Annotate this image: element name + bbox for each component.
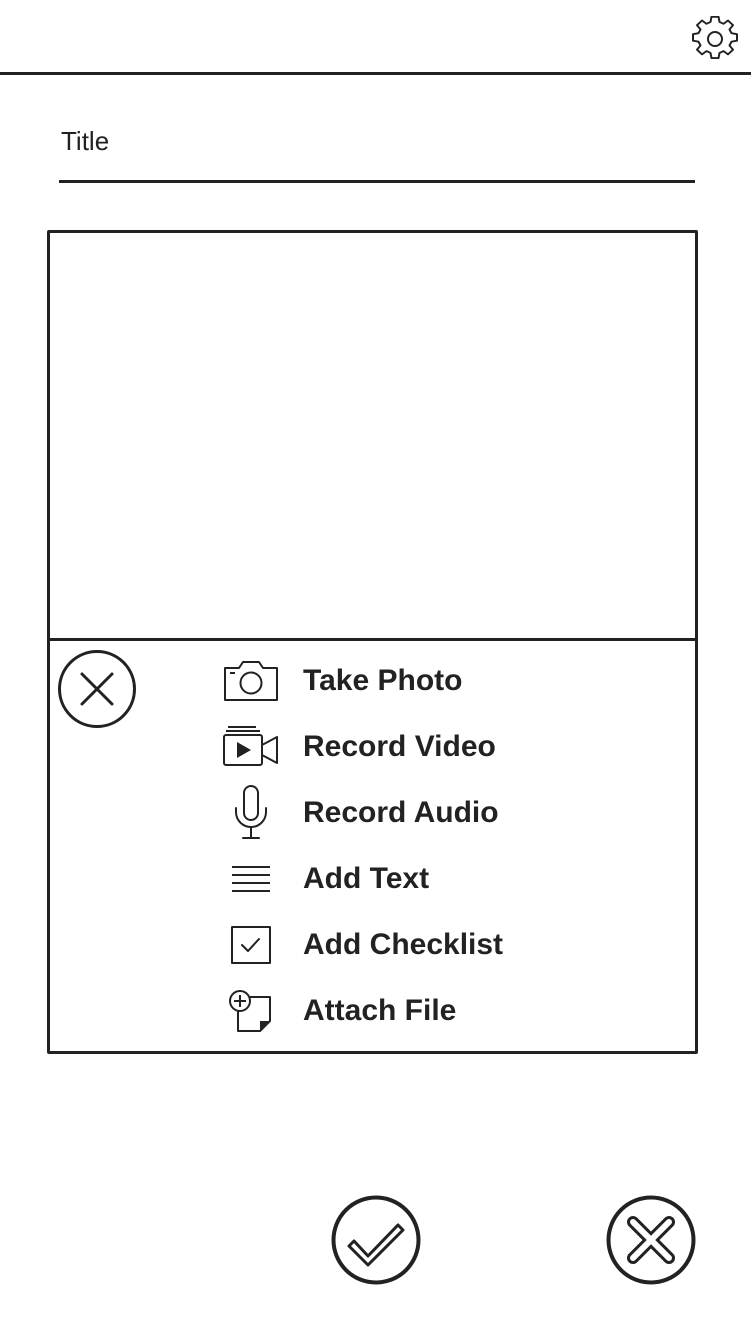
cancel-button[interactable]	[605, 1194, 697, 1286]
settings-button[interactable]	[692, 15, 738, 62]
add-text-option[interactable]: Add Text	[215, 850, 635, 908]
microphone-icon	[215, 784, 287, 842]
camera-icon	[215, 652, 287, 710]
video-camera-icon	[215, 718, 287, 776]
record-video-label: Record Video	[303, 730, 496, 763]
confirm-button[interactable]	[330, 1194, 422, 1286]
take-photo-option[interactable]: Take Photo	[215, 652, 635, 710]
title-input[interactable]	[59, 118, 695, 183]
close-icon	[58, 650, 136, 728]
attach-file-option[interactable]: Attach File	[215, 982, 635, 1040]
title-placeholder: Title	[61, 126, 110, 156]
add-text-label: Add Text	[303, 862, 430, 895]
add-checklist-option[interactable]: Add Checklist	[215, 916, 635, 974]
add-checklist-label: Add Checklist	[303, 928, 504, 961]
record-video-option[interactable]: Record Video	[215, 718, 635, 776]
gear-icon	[692, 15, 738, 60]
record-audio-label: Record Audio	[303, 796, 499, 829]
record-audio-option[interactable]: Record Audio	[215, 784, 635, 842]
add-menu-divider	[47, 638, 698, 641]
attach-file-icon	[215, 982, 287, 1040]
checkmark-icon	[331, 1195, 421, 1285]
text-lines-icon	[215, 850, 287, 908]
header-divider	[0, 72, 751, 75]
take-photo-label: Take Photo	[303, 664, 463, 697]
checkbox-icon	[215, 916, 287, 974]
close-add-menu-button[interactable]	[57, 650, 137, 730]
close-icon	[606, 1195, 696, 1285]
attach-file-label: Attach File	[303, 994, 457, 1027]
